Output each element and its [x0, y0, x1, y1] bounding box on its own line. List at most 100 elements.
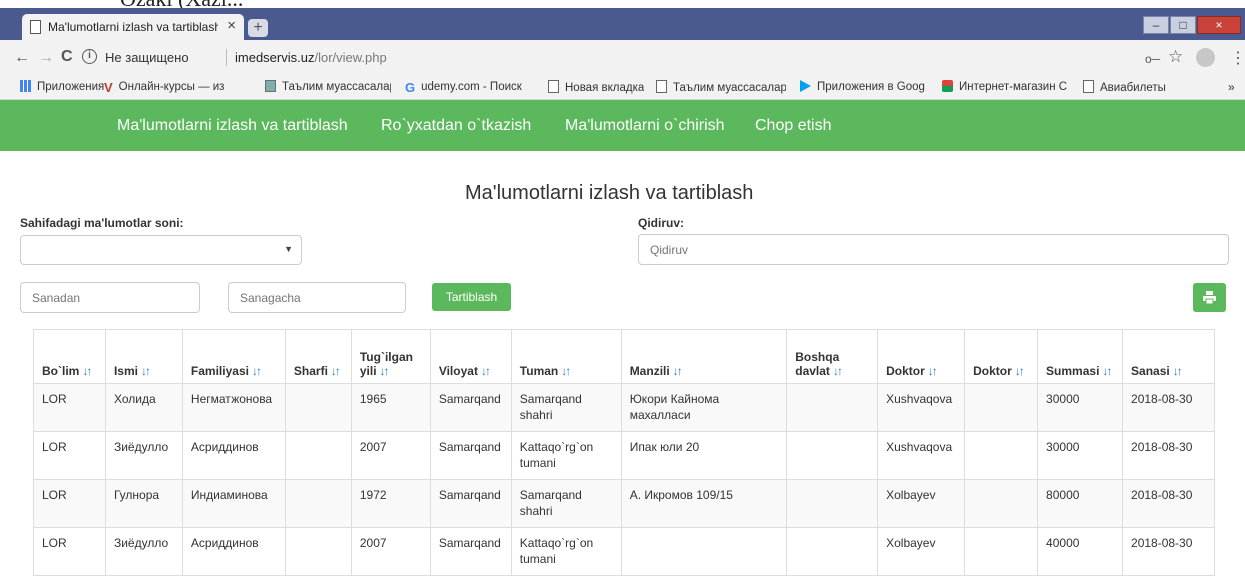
- page-title: Ma'lumotlarni izlash va tartiblash: [465, 182, 754, 204]
- column-header[interactable]: Doktor ↓↑: [964, 329, 1039, 384]
- print-button[interactable]: [1193, 283, 1226, 312]
- date-from-input[interactable]: [20, 282, 200, 313]
- sort-icon[interactable]: ↓↑: [380, 364, 390, 378]
- table-cell: LOR: [33, 383, 106, 432]
- column-header[interactable]: Ismi ↓↑: [104, 329, 183, 384]
- bookmark-web-store[interactable]: Интернет-магазин С: [942, 80, 1070, 93]
- bookmark-label: Онлайн-курсы — из: [118, 81, 225, 93]
- page-icon: [656, 80, 667, 93]
- table-cell: 2018-08-30: [1122, 383, 1215, 432]
- column-header[interactable]: Tug`ilgan yili ↓↑: [350, 329, 431, 384]
- table-cell: [786, 479, 879, 528]
- table-cell: Зиёдулло: [104, 527, 183, 576]
- minimize-button[interactable]: –: [1143, 16, 1169, 34]
- table-cell: [284, 383, 352, 432]
- column-header[interactable]: Boshqa davlat ↓↑: [786, 329, 879, 384]
- column-header-label: Viloyat: [438, 364, 478, 378]
- table-row[interactable]: LOR Холида Негматжонова 1965 Samarqand Samarq…: [33, 383, 1215, 432]
- bookmark-google-play[interactable]: Приложения в Goog: [800, 80, 928, 93]
- sort-button[interactable]: Tartiblash: [432, 283, 511, 311]
- search-input[interactable]: [638, 234, 1229, 265]
- column-header-label: Manzili: [629, 364, 670, 378]
- bookmark-talim-2[interactable]: Таълим муассасалар: [656, 80, 786, 94]
- reload-icon[interactable]: C: [61, 48, 73, 66]
- sort-icon[interactable]: ↓↑: [1015, 364, 1025, 378]
- sort-icon[interactable]: ↓↑: [1173, 364, 1183, 378]
- table-cell: Samarqand: [429, 479, 512, 528]
- table-cell: 1972: [350, 479, 431, 528]
- info-icon[interactable]: i: [82, 49, 97, 64]
- sort-icon[interactable]: ↓↑: [833, 364, 843, 378]
- bookmark-label: Интернет-магазин С: [959, 81, 1068, 93]
- bookmark-online-courses[interactable]: V Онлайн-курсы — из: [104, 80, 252, 93]
- column-header[interactable]: Summasi ↓↑: [1037, 329, 1124, 384]
- sort-icon[interactable]: ↓↑: [141, 364, 151, 378]
- nav-delete[interactable]: Ma'lumotlarni o`chirish: [565, 117, 725, 135]
- bookmark-label: udemy.com - Поиск: [421, 81, 522, 93]
- new-tab-button[interactable]: +: [248, 19, 268, 37]
- sort-icon[interactable]: ↓↑: [1102, 364, 1112, 378]
- nav-print[interactable]: Chop etish: [755, 117, 832, 135]
- printer-icon: [1203, 291, 1216, 304]
- table-cell: LOR: [33, 527, 106, 576]
- dropdown-arrow-icon: ▼: [284, 244, 293, 254]
- column-header[interactable]: Doktor ↓↑: [877, 329, 966, 384]
- browser-tab[interactable]: Ma'lumotlarni izlash va tartiblash ×: [22, 14, 244, 40]
- sort-icon[interactable]: ↓↑: [673, 364, 683, 378]
- table-cell: Samarqand shahri: [510, 479, 622, 528]
- sort-icon[interactable]: ↓↑: [252, 364, 262, 378]
- bookmark-talim-1[interactable]: Таълим муассасалар: [265, 80, 391, 93]
- bookmark-aviabilety[interactable]: Авиабилеты: [1083, 80, 1166, 94]
- column-header-label: Familiyasi: [190, 364, 249, 378]
- bookmark-apps[interactable]: Приложения: [20, 80, 104, 93]
- table-cell: Юкори Кайнома махалласи: [620, 383, 788, 432]
- security-label: Не защищено: [105, 50, 189, 65]
- table-cell: Гулнора: [104, 479, 183, 528]
- nav-search-sort[interactable]: Ma'lumotlarni izlash va tartiblash: [117, 117, 348, 135]
- bookmark-star-icon[interactable]: ☆: [1168, 47, 1183, 67]
- column-header-label: Doktor: [886, 364, 925, 378]
- bookmark-udemy[interactable]: Gudemy.com - Поиск: [405, 80, 533, 93]
- browser-menu-icon[interactable]: ⋮: [1230, 48, 1245, 68]
- table-row[interactable]: LOR Гулнора Индиаминова 1972 Samarqand Samarq…: [33, 479, 1215, 528]
- column-header[interactable]: Familiyasi ↓↑: [181, 329, 286, 384]
- sort-icon[interactable]: ↓↑: [928, 364, 938, 378]
- column-header[interactable]: Tuman ↓↑: [510, 329, 622, 384]
- address-bar[interactable]: i Не защищено imedservis.uz/lor/view.php: [78, 45, 1148, 71]
- sort-icon[interactable]: ↓↑: [331, 364, 341, 378]
- table-header-row: Bo`lim ↓↑ Ismi ↓↑ Familiyasi ↓↑ Sharfi ↓↑ Tug`il…: [33, 329, 1215, 384]
- bookmark-label: Приложения: [37, 81, 105, 93]
- key-icon[interactable]: o─: [1145, 52, 1160, 66]
- sort-icon[interactable]: ↓↑: [481, 364, 491, 378]
- window-close-button[interactable]: ×: [1197, 16, 1241, 34]
- per-page-select[interactable]: ▼: [20, 235, 302, 265]
- column-header[interactable]: Sanasi ↓↑: [1122, 329, 1215, 384]
- column-header[interactable]: Sharfi ↓↑: [284, 329, 352, 384]
- maximize-button[interactable]: □: [1170, 16, 1196, 34]
- forward-arrow-icon[interactable]: →: [38, 49, 54, 67]
- tab-close-icon[interactable]: ×: [227, 17, 236, 34]
- bookmark-new-tab[interactable]: Новая вкладка: [548, 80, 644, 94]
- table-cell: Индиаминова: [181, 479, 286, 528]
- per-page-label: Sahifadagi ma'lumotlar soni:: [20, 216, 184, 230]
- table-cell: Негматжонова: [181, 383, 286, 432]
- column-header[interactable]: Viloyat ↓↑: [429, 329, 512, 384]
- date-to-input[interactable]: [228, 282, 406, 313]
- sort-icon[interactable]: ↓↑: [561, 364, 571, 378]
- column-header[interactable]: Bo`lim ↓↑: [33, 329, 106, 384]
- table-cell: [284, 431, 352, 480]
- table-row[interactable]: LOR Зиёдулло Асриддинов 2007 Samarqand Kattaq…: [33, 527, 1215, 576]
- sort-icon[interactable]: ↓↑: [82, 364, 92, 378]
- page-icon: [30, 20, 41, 34]
- column-header[interactable]: Manzili ↓↑: [620, 329, 788, 384]
- table-row[interactable]: LOR Зиёдулло Асриддинов 2007 Samarqand Kattaq…: [33, 431, 1215, 480]
- browser-tab-title: Ma'lumotlarni izlash va tartiblash: [48, 20, 218, 34]
- table-cell: 2018-08-30: [1122, 527, 1215, 576]
- profile-avatar-icon[interactable]: [1196, 48, 1215, 67]
- bookmarks-overflow-icon[interactable]: »: [1228, 80, 1235, 94]
- bookmark-label: Приложения в Goog: [817, 81, 925, 93]
- back-arrow-icon[interactable]: ←: [14, 49, 30, 67]
- nav-register[interactable]: Ro`yxatdan o`tkazish: [381, 117, 531, 135]
- search-label: Qidiruv:: [638, 216, 685, 230]
- url-text: imedservis.uz/lor/view.php: [235, 50, 387, 65]
